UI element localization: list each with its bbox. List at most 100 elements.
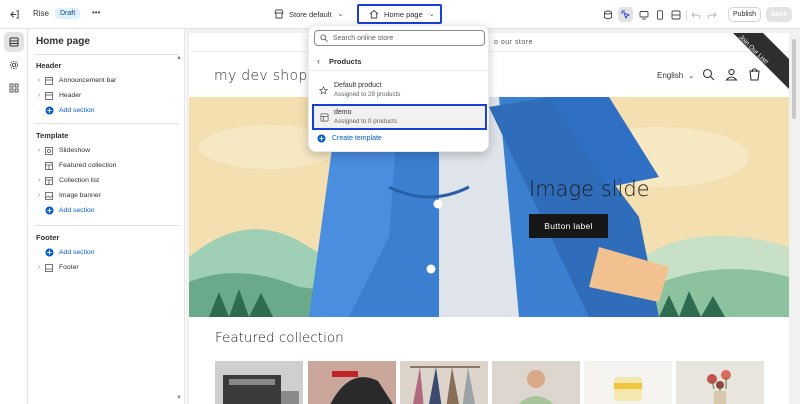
product-thumbnail[interactable] (584, 361, 672, 404)
cart-icon[interactable] (748, 67, 761, 81)
plus-circle-icon (44, 206, 54, 216)
add-section-button[interactable]: Add section (34, 245, 179, 260)
create-template-button[interactable]: Create template (317, 134, 382, 143)
search-input[interactable]: Search online store (314, 30, 485, 46)
language-label: English (657, 71, 684, 80)
product-thumbnail[interactable] (676, 361, 764, 404)
chevron-right-icon[interactable]: › (34, 192, 44, 199)
chevron-right-icon[interactable]: › (34, 264, 44, 271)
add-section-button[interactable]: Add section (34, 103, 179, 118)
section-item-label: Image banner (59, 192, 101, 199)
scroll-down-icon[interactable]: ▼ (176, 395, 182, 401)
language-selector[interactable]: English ⌄ (657, 71, 694, 80)
apps-icon[interactable] (4, 78, 24, 98)
gear-icon[interactable] (4, 55, 24, 75)
home-icon (369, 9, 379, 19)
add-section-label: Add section (59, 107, 95, 114)
chevron-down-icon: ⌄ (428, 11, 435, 18)
template-dropdown: Search online store ‹ Products Default p… (308, 25, 489, 152)
slideshow-banner[interactable]: Image slide Button label (189, 97, 789, 317)
store-selector-label: Store default (289, 9, 332, 19)
template-item-default-product[interactable]: Default product Assigned to 28 products (313, 78, 485, 102)
section-item-image-banner[interactable]: › Image banner (34, 188, 179, 203)
plus-circle-icon (44, 248, 54, 258)
product-thumbnail[interactable] (492, 361, 580, 404)
section-item-collection-list[interactable]: › Collection list (34, 173, 179, 188)
section-item-slideshow[interactable]: › Slideshow (34, 143, 179, 158)
hero-illustration (189, 97, 789, 317)
add-section-button[interactable]: Add section (34, 203, 179, 218)
section-icon (44, 76, 54, 86)
plus-circle-icon (44, 106, 54, 116)
product-thumbnail[interactable] (400, 361, 488, 404)
section-icon (44, 161, 54, 171)
store-icon (274, 9, 284, 19)
back-to-products[interactable]: ‹ Products (317, 56, 362, 66)
announcement-bar[interactable]: o our store (189, 33, 789, 52)
sections-icon[interactable] (4, 32, 24, 52)
fullscreen-icon[interactable] (668, 7, 683, 22)
undo-icon[interactable] (688, 7, 703, 22)
search-icon[interactable] (702, 68, 715, 81)
search-placeholder: Search online store (333, 34, 394, 42)
section-item-label: Header (59, 92, 82, 99)
chevron-right-icon[interactable]: › (34, 177, 44, 184)
chevron-right-icon[interactable]: › (34, 77, 44, 84)
section-item-label: Announcement bar (59, 77, 117, 84)
announcement-text: o our store (494, 39, 533, 46)
save-button[interactable]: Save (766, 7, 792, 22)
create-template-label: Create template (332, 135, 382, 142)
image-icon (44, 191, 54, 201)
template-title: Default product (334, 82, 382, 89)
section-icon (44, 263, 54, 273)
add-section-label: Add section (59, 249, 95, 256)
sections-sidebar: Home page ▲ Header › Announcement bar › … (28, 29, 185, 404)
search-icon (320, 34, 328, 42)
featured-collection-heading: Featured collection (215, 330, 344, 346)
storefront-preview: o our store Join Our List! my dev shop E… (189, 33, 789, 404)
redo-icon[interactable] (704, 7, 719, 22)
shop-logo[interactable]: my dev shop (214, 68, 308, 84)
theme-name: Rise (33, 9, 50, 18)
preview-scrollbar[interactable] (791, 33, 797, 404)
database-icon[interactable] (600, 7, 615, 22)
more-actions-button[interactable]: ••• (92, 8, 100, 17)
page-selector[interactable]: Home page ⌄ (357, 4, 442, 24)
template-item-demo[interactable]: demo Assigned to 0 products (312, 104, 487, 130)
footer-group-label: Footer (36, 233, 60, 242)
chevron-right-icon[interactable]: › (34, 147, 44, 154)
slide-heading: Image slide (529, 177, 650, 201)
publish-button[interactable]: Publish (728, 7, 761, 22)
chevron-right-icon[interactable]: › (34, 92, 44, 99)
section-icon (44, 176, 54, 186)
status-badge: Draft (55, 8, 81, 19)
star-icon (313, 85, 334, 95)
slide-button[interactable]: Button label (529, 214, 608, 238)
chevron-left-icon: ‹ (317, 56, 320, 66)
section-item-header[interactable]: › Header (34, 88, 179, 103)
page-title: Home page (36, 36, 90, 47)
store-selector[interactable]: Store default ⌄ (274, 7, 343, 21)
add-section-label: Add section (59, 207, 95, 214)
page-selector-label: Home page (384, 9, 423, 19)
back-label: Products (329, 56, 362, 66)
section-item-footer[interactable]: › Footer (34, 260, 179, 275)
header-group-label: Header (36, 61, 62, 70)
inspector-icon[interactable] (618, 7, 633, 22)
product-thumbnail[interactable] (215, 361, 303, 404)
mobile-icon[interactable] (652, 7, 667, 22)
divider (34, 123, 179, 124)
scroll-up-icon[interactable]: ▲ (176, 55, 182, 61)
exit-icon[interactable] (7, 7, 22, 22)
template-subtitle: Assigned to 28 products (334, 91, 401, 98)
section-item-featured-collection[interactable]: Featured collection (34, 158, 179, 173)
chevron-down-icon: ⌄ (337, 11, 344, 18)
scrollbar-thumb[interactable] (792, 39, 796, 119)
product-thumbnail[interactable] (308, 361, 396, 404)
divider (34, 225, 179, 226)
template-icon (314, 113, 334, 122)
account-icon[interactable] (725, 68, 738, 81)
desktop-icon[interactable] (636, 7, 651, 22)
section-item-announcement-bar[interactable]: › Announcement bar (34, 73, 179, 88)
divider (309, 70, 488, 71)
